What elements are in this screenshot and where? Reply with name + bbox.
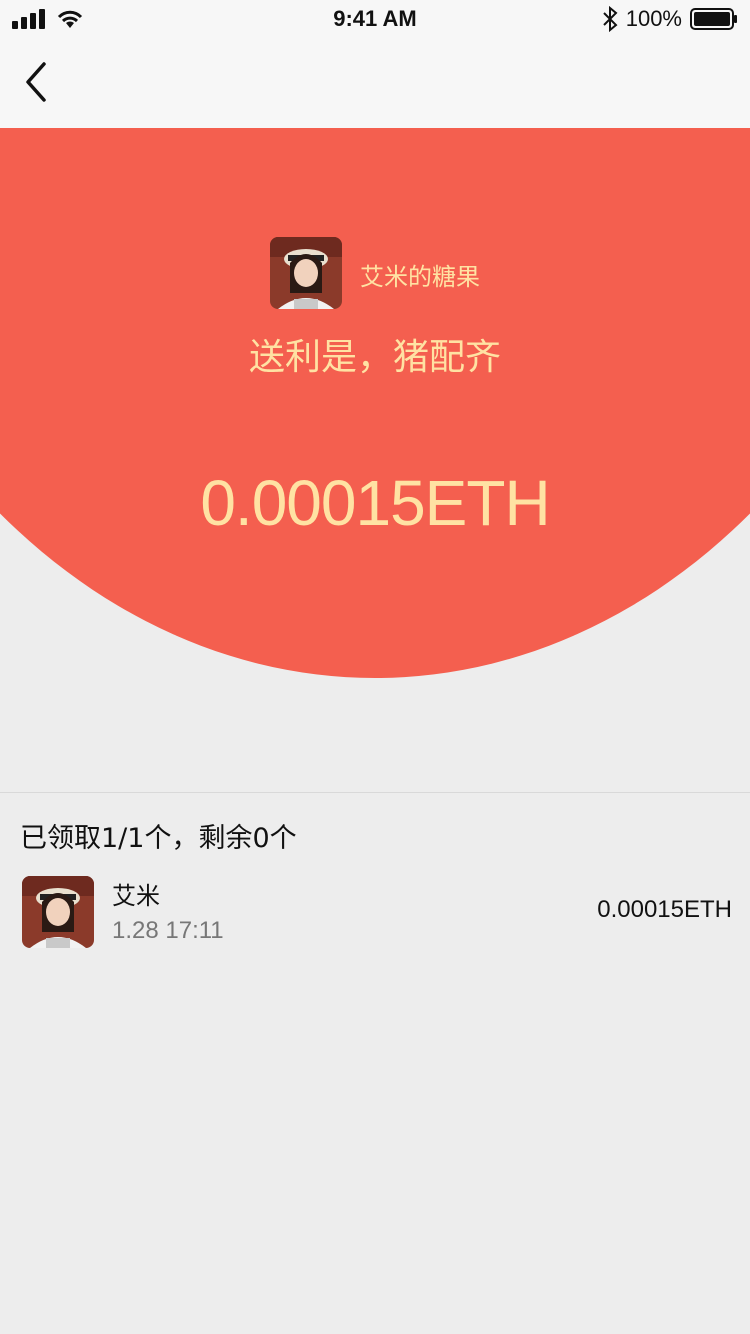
- avatar-photo: [22, 876, 94, 948]
- avatar: [22, 876, 94, 948]
- greeting-message: 送利是，猪配齐: [248, 337, 501, 378]
- bluetooth-icon: [603, 6, 618, 32]
- battery-icon: [690, 8, 737, 30]
- list-item[interactable]: 艾米 1.28 17:11 0.00015ETH: [0, 872, 750, 956]
- packet-amount: 0.00015ETH: [200, 467, 550, 539]
- status-right: 100%: [602, 6, 738, 32]
- claim-time: 1.28 17:11: [112, 917, 224, 944]
- red-packet-header: 艾米的糖果 送利是，猪配齐 0.00015ETH: [0, 128, 750, 678]
- recipient-name: 艾米: [112, 882, 160, 910]
- header-background: [0, 128, 750, 678]
- sender-name: 艾米的糖果: [360, 263, 480, 291]
- battery-percentage: 100%: [625, 6, 682, 31]
- status-bar: 9:41 AM 100%: [0, 0, 750, 40]
- avatar-photo: [270, 237, 342, 309]
- chevron-left-icon: [26, 62, 46, 102]
- section-divider: [0, 792, 750, 793]
- sender-avatar[interactable]: [270, 237, 342, 309]
- claim-summary: 已领取1/1个，剩余0个: [20, 823, 297, 854]
- back-button[interactable]: [18, 58, 66, 110]
- nav-bar: [0, 40, 750, 128]
- claim-amount: 0.00015ETH: [597, 896, 732, 923]
